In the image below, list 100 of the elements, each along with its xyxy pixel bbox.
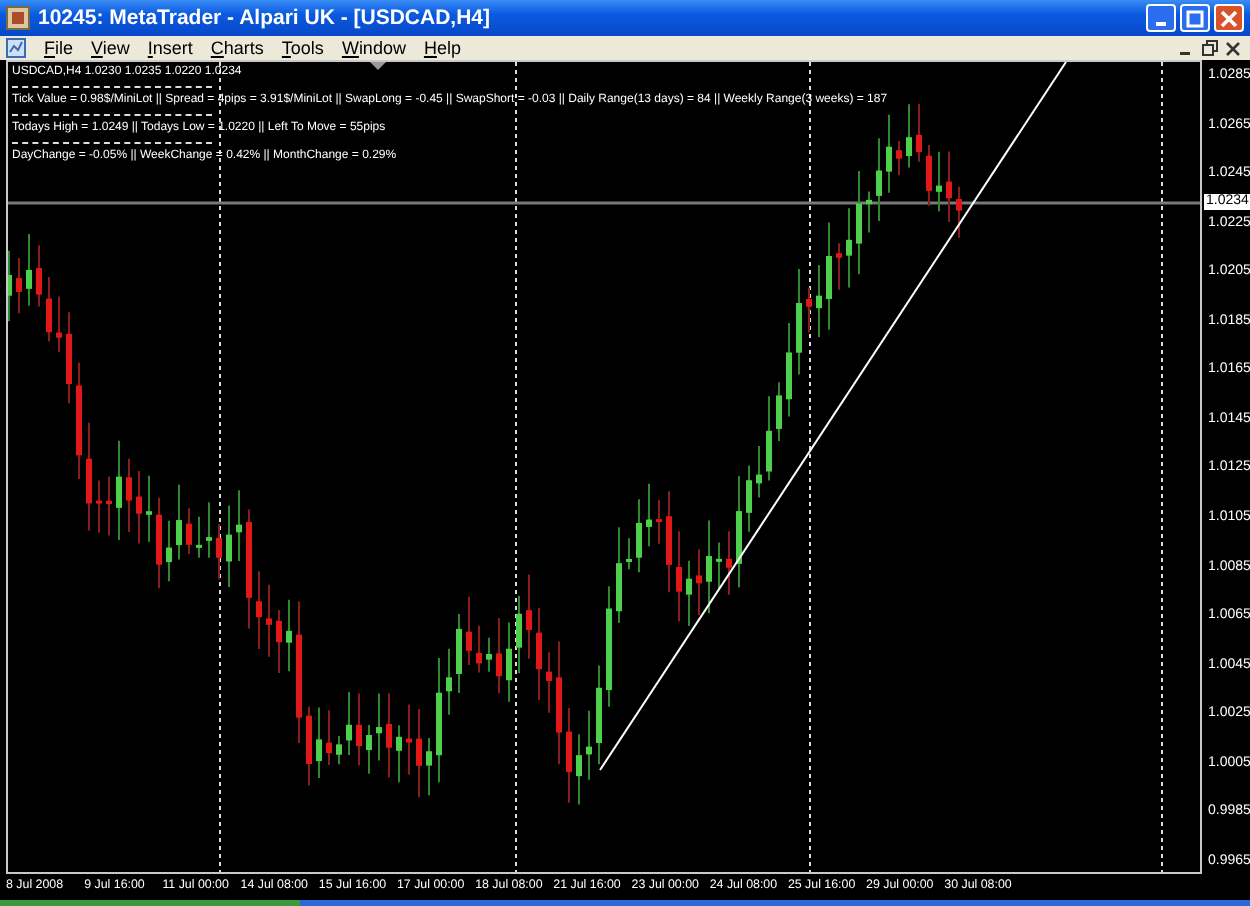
candle <box>126 457 132 533</box>
candle <box>396 724 402 784</box>
candle <box>796 267 802 376</box>
candle <box>136 470 142 545</box>
candle <box>806 286 812 334</box>
candle <box>896 140 902 177</box>
candle <box>626 537 632 571</box>
candle <box>516 594 522 675</box>
candle <box>866 190 872 234</box>
candle <box>186 507 192 556</box>
candle <box>636 498 642 574</box>
candle <box>536 606 542 701</box>
menu-item[interactable]: View <box>91 38 130 58</box>
candle <box>416 708 422 799</box>
candle <box>46 275 52 343</box>
menu-item[interactable]: Charts <box>210 38 264 58</box>
window-title: 10245: MetaTrader - Alpari UK - [USDCAD,H4] <box>38 6 490 30</box>
candle <box>926 143 932 207</box>
candle <box>666 490 672 594</box>
chart-window-icon <box>6 38 26 58</box>
candle <box>336 734 342 766</box>
candle <box>66 311 72 405</box>
candle <box>16 256 22 315</box>
candle <box>556 640 562 766</box>
close-icon <box>1226 41 1240 55</box>
candle <box>606 585 612 708</box>
candle <box>146 474 152 543</box>
candle <box>846 207 852 289</box>
candle <box>766 395 772 482</box>
candle <box>906 103 912 169</box>
candle <box>756 445 762 499</box>
menu-item[interactable]: File <box>44 38 74 58</box>
close-icon <box>1220 9 1238 27</box>
candle <box>276 609 282 674</box>
candle <box>956 185 962 239</box>
candle <box>286 598 292 673</box>
candle <box>936 150 942 213</box>
candle <box>916 102 922 163</box>
candle <box>836 242 842 291</box>
candle <box>506 621 512 703</box>
candle <box>166 519 172 583</box>
candle <box>86 421 92 532</box>
candle <box>546 651 552 714</box>
candle <box>296 600 302 744</box>
candle <box>856 169 862 276</box>
candle <box>526 573 532 660</box>
close-button[interactable] <box>1222 38 1244 58</box>
candle <box>486 636 492 673</box>
candle <box>246 508 252 630</box>
app-icon <box>6 6 30 30</box>
candle <box>196 515 202 559</box>
candle <box>616 526 622 624</box>
candle <box>226 504 232 588</box>
candle <box>366 723 372 775</box>
menu-item[interactable]: Window <box>341 38 406 58</box>
menu-item[interactable]: Tools <box>281 38 324 58</box>
candle <box>316 706 322 779</box>
candle <box>96 479 102 534</box>
candle <box>446 647 452 716</box>
candle <box>566 707 572 804</box>
maximize-icon <box>1186 9 1204 27</box>
maximize-button[interactable] <box>1180 4 1210 32</box>
candle <box>786 321 792 418</box>
minimize-button[interactable] <box>1146 4 1176 32</box>
candle <box>716 541 722 591</box>
candle <box>696 548 702 617</box>
candle <box>106 475 112 537</box>
candle <box>346 691 352 756</box>
candle <box>426 737 432 797</box>
candle <box>576 733 582 806</box>
candle <box>676 530 682 623</box>
menu-item[interactable]: Help <box>423 38 461 58</box>
candle <box>56 295 62 354</box>
candle <box>876 137 882 223</box>
candle <box>746 464 752 533</box>
candle <box>816 264 822 338</box>
candle <box>326 709 332 766</box>
candle <box>206 501 212 559</box>
candle <box>176 483 182 561</box>
candle <box>726 530 732 596</box>
candle <box>236 489 242 562</box>
candle <box>386 692 392 779</box>
candle <box>736 475 742 589</box>
candle <box>706 519 712 615</box>
candle <box>476 624 482 674</box>
candle <box>36 244 42 308</box>
candle <box>946 150 952 224</box>
candle <box>216 522 222 581</box>
candle <box>356 692 362 767</box>
candle <box>826 221 832 331</box>
restore-button[interactable] <box>1198 38 1220 58</box>
candle <box>156 496 162 590</box>
menu-item[interactable]: Insert <box>147 38 193 58</box>
candle <box>116 439 122 541</box>
candle <box>306 705 312 787</box>
restore-icon <box>1201 40 1217 56</box>
candle <box>466 595 472 667</box>
candle <box>376 692 382 762</box>
candle <box>586 709 592 781</box>
candle <box>456 613 462 695</box>
